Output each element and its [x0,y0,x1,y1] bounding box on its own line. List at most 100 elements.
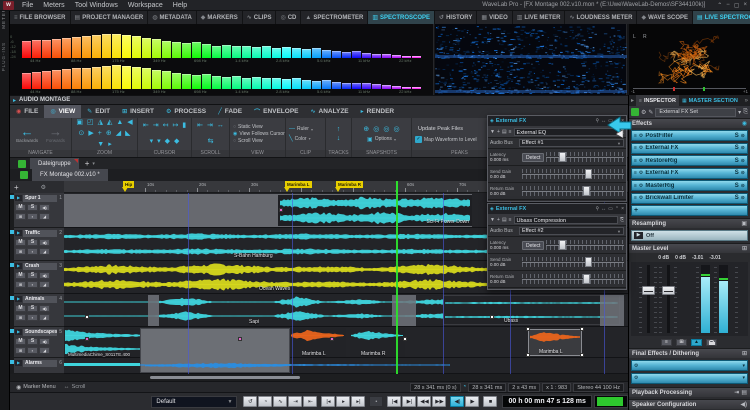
tab-meters-cd[interactable]: ◎CD [276,11,301,24]
rewind-button[interactable]: ◀◀ [417,396,431,407]
clip-gain-handle[interactable] [279,208,283,212]
ribbon-tab-insert[interactable]: ⊞INSERT [116,105,160,118]
stop-button[interactable]: ■ [483,396,497,407]
slot-edit-icon[interactable]: ⚙ [639,195,643,201]
tab-meters-markers[interactable]: ◆MARKERS [197,11,243,24]
cursor-tool-icon[interactable]: ▾ [157,138,161,146]
group-power-icon[interactable] [18,160,26,168]
track-header-soundscapes[interactable]: ▶Soundscapes5MS◀)⊞▪◢ [14,327,64,358]
montage-tab[interactable]: FX Montage 002.v10 * [32,169,108,181]
slot-menu-icon[interactable]: ≡ [634,133,637,139]
move-track-up-icon[interactable]: ↑ [337,126,341,134]
ribbon-tab-envelope[interactable]: ⌒ENVELOPE [248,105,304,118]
master-fader-handle-1[interactable] [642,286,655,295]
slot-solo-button[interactable]: S [735,158,739,164]
clip-marimba-l-selected[interactable]: Marimba L [528,329,582,356]
tab-meters-spectrometer[interactable]: ▲SPECTROMETER [301,11,368,24]
cursor-tool-icon[interactable]: ▮ [182,122,186,130]
envelope-handle[interactable] [490,315,494,319]
track-monitor-button[interactable]: ◢ [39,248,50,255]
effect-slot-postfilter[interactable]: ≡⚙PostFilterS⊙ [631,130,748,141]
tab-master-section[interactable]: ▦MASTER SECTION [679,95,741,106]
hscrollbar-thumb[interactable] [150,376,300,379]
ribbon-tab-process[interactable]: ⚙PROCESS [160,105,212,118]
inspector-bypass-icon[interactable]: ▾ [738,109,741,116]
slot-bypass-icon[interactable]: ⊙ [741,195,745,201]
fx-latency-slider-handle[interactable] [559,240,566,250]
slot-solo-button[interactable]: S [735,145,739,151]
fx-add-icon[interactable]: + [497,217,500,223]
zoom-tool-icon[interactable]: ▲ [116,119,123,127]
transport-preset-select[interactable]: Default ▼ [151,396,237,408]
color-menu[interactable]: ╲Color▾ [289,135,311,142]
track-speaker-icon[interactable]: ◀) [39,305,50,312]
effect-slot-restorerig[interactable]: ≡⚙RestoreRigS⊙ [631,155,748,166]
fx-window-titlebar[interactable]: ◈External FX⚲↔▭⌃× [488,204,626,214]
fx-send-gain-slider[interactable] [522,257,624,267]
snapshot-icon[interactable]: ◎ [393,126,399,134]
ribbon-tab-fade[interactable]: ╱FADE [212,105,248,118]
envelope-handle[interactable] [330,337,334,341]
fx-return-gain-slider-handle[interactable] [583,186,590,196]
fx-maximize-icon[interactable]: ▭ [608,206,613,212]
cursor-tool-icon[interactable]: ◆ [174,138,179,146]
fx-detect-button[interactable]: Detect [522,153,544,162]
zoom-tool-icon[interactable]: ◢ [116,130,121,138]
cursor-tool-icon[interactable]: ↤ [163,122,169,130]
solo-button[interactable]: S [27,204,38,211]
slot-edit-icon[interactable]: ⚙ [639,158,643,164]
track-options-gear-icon[interactable]: ⚙ [41,184,46,191]
fx-return-gain-slider[interactable] [522,186,624,196]
cursor-tool-icon[interactable]: ⇥ [153,122,159,130]
tab-scopes-loudness-meter[interactable]: ∿LOUDNESS METER [565,11,637,24]
fx-detect-button[interactable]: Detect [522,241,544,250]
fx-audio-bus-select[interactable]: Effect #1▼ [519,139,624,147]
zoom-tool-icon[interactable]: ◀ [127,119,132,127]
track-header-traffic[interactable]: ▶Traffic2MS◀)⊞▪◢ [14,228,64,261]
nudge-button[interactable]: ▪ [369,396,383,407]
envelope-handle[interactable] [403,337,407,341]
master-fader-handle-2[interactable] [662,286,675,295]
slot-solo-button[interactable]: S [735,183,739,189]
slot-edit-icon[interactable]: ⚙ [639,183,643,189]
final-effects-menu-icon[interactable]: ⊞ [742,350,747,357]
track-monitor-button[interactable]: ◢ [39,281,50,288]
cursor-tool-icon[interactable]: ◆ [165,138,170,146]
tab-inspector[interactable]: ≡INSPECTOR [636,95,679,106]
slot-solo-button[interactable]: S [735,195,739,201]
slot-edit-icon[interactable]: ⚙ [639,170,643,176]
tab-meters-metadata[interactable]: ◍METADATA [148,11,197,24]
forward-button[interactable]: ▶▶ [432,396,446,407]
clip-marimba-l[interactable]: Marimba L [290,328,346,357]
marker-menu-button[interactable]: Marker Menu [23,384,55,390]
resampling-slot[interactable]: ▶ Off [631,230,748,241]
monitor-button[interactable]: ◀) [450,396,464,407]
fx-latency-slider-handle[interactable] [559,152,566,162]
inspector-edit-icon[interactable]: ✎ [648,109,653,116]
zoom-tool-icon[interactable]: ▶ [88,130,93,138]
track-speaker-icon[interactable]: ◀) [39,239,50,246]
cursor-tool-icon[interactable]: ⇤ [143,122,149,130]
effect-slot-external-fx[interactable]: ≡⚙External FXS⊙ [631,143,748,154]
track-monitor-button[interactable]: ◢ [39,347,50,354]
menu-workspace[interactable]: Workspace [123,2,168,9]
view-option-scroll-view[interactable]: ○Scroll View [233,138,263,144]
ribbon-tab-render[interactable]: ▸RENDER [355,105,400,118]
zoom-tool-icon[interactable]: ▼ [97,141,104,149]
menu-tool-windows[interactable]: Tool Windows [70,2,123,9]
track-record-button[interactable]: ▪ [27,248,38,255]
zoom-tool-icon[interactable]: ⊙ [78,130,84,138]
inspector-collapse-icon[interactable]: ▸ [629,97,636,104]
menu-file[interactable]: File [17,2,38,9]
solo-button[interactable]: S [27,338,38,345]
track-fx-button[interactable]: ⊞ [15,347,26,354]
go-start-button[interactable]: |◀ [387,396,401,407]
zoom-tool-icon[interactable]: ◮ [98,119,103,127]
track-record-button[interactable]: ▪ [27,347,38,354]
mute-button[interactable]: M [15,239,26,246]
speaker-icon[interactable]: ◀) [740,401,747,408]
slot-edit-icon[interactable]: ⚙ [639,133,643,139]
maximize-icon[interactable]: ▢ [734,2,740,9]
tab-meters-project-manager[interactable]: ▤PROJECT MANAGER [71,11,149,24]
fx-latency-slider[interactable] [546,152,624,162]
